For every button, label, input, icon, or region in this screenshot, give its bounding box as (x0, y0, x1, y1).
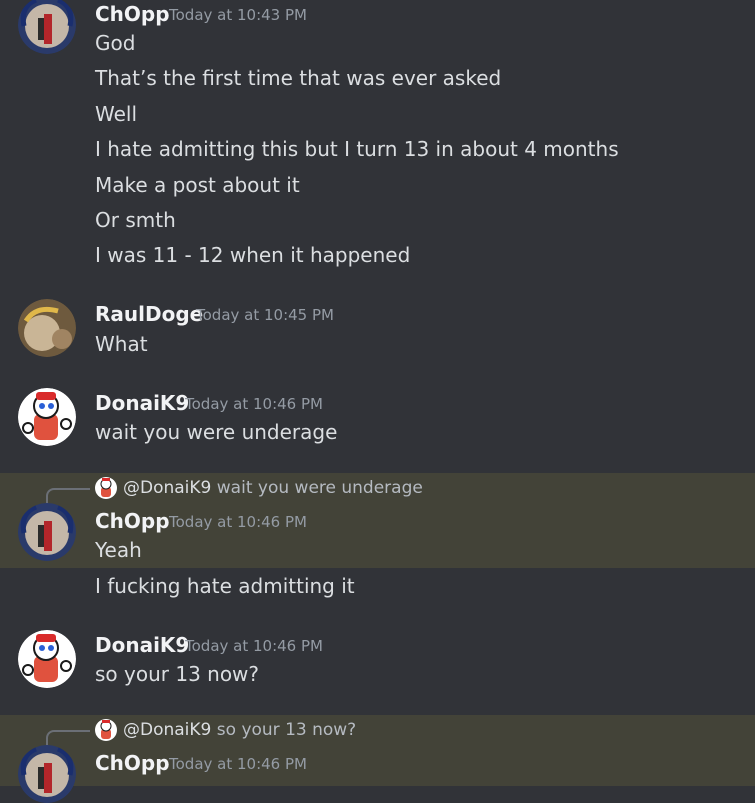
timestamp: Today at 10:43 PM (169, 6, 307, 24)
message-text: That’s the first time that was ever aske… (95, 66, 502, 90)
message-group: @DonaiK9 so your 13 now? ChOpp Today at … (0, 715, 755, 803)
reply-mention[interactable]: @DonaiK9 (123, 720, 211, 740)
timestamp: Today at 10:46 PM (169, 755, 307, 773)
message-text: God (95, 31, 136, 55)
avatar[interactable] (18, 299, 76, 357)
message-group: DonaiK9 Today at 10:46 PM wait you were … (0, 385, 755, 455)
author-name[interactable]: ChOpp (95, 509, 170, 533)
avatar[interactable] (18, 388, 76, 446)
author-name[interactable]: ChOpp (95, 751, 170, 775)
message-text: I hate admitting this but I turn 13 in a… (95, 137, 619, 161)
reply-mention[interactable]: @DonaiK9 (123, 478, 211, 498)
avatar[interactable] (18, 630, 76, 688)
message-text: Make a post about it (95, 173, 300, 197)
author-name[interactable]: DonaiK9 (95, 633, 189, 657)
reply-text: wait you were underage (216, 478, 423, 498)
message-text: I fucking hate admitting it (95, 574, 355, 598)
message-text: What (95, 332, 148, 356)
reply-spine (46, 488, 90, 504)
reply-preview[interactable]: @DonaiK9 so your 13 now? (95, 718, 356, 742)
reply-avatar-icon (95, 477, 117, 499)
avatar[interactable] (18, 0, 76, 54)
author-name[interactable]: ChOpp (95, 2, 170, 26)
reply-preview[interactable]: @DonaiK9 wait you were underage (95, 476, 423, 500)
message-group: @DonaiK9 wait you were underage ChOpp To… (0, 473, 755, 603)
message-group: DonaiK9 Today at 10:46 PM so your 13 now… (0, 627, 755, 697)
avatar[interactable] (18, 745, 76, 803)
message-text: Or smth (95, 208, 176, 232)
timestamp: Today at 10:45 PM (196, 306, 334, 324)
avatar[interactable] (18, 503, 76, 561)
author-name[interactable]: RaulDoge (95, 302, 203, 326)
message-text: Well (95, 102, 138, 126)
author-name[interactable]: DonaiK9 (95, 391, 189, 415)
reply-avatar-icon (95, 719, 117, 741)
reply-text: so your 13 now? (216, 720, 357, 740)
reply-spine (46, 730, 90, 746)
timestamp: Today at 10:46 PM (185, 395, 323, 413)
timestamp: Today at 10:46 PM (169, 513, 307, 531)
message-text: so your 13 now? (95, 662, 260, 686)
message-text: wait you were underage (95, 420, 338, 444)
message-text: Yeah (95, 538, 142, 562)
message-text: I was 11 - 12 when it happened (95, 243, 411, 267)
message-group: RaulDoge Today at 10:45 PM What (0, 295, 755, 365)
message-group: ChOpp Today at 10:43 PM God That’s the f… (0, 0, 755, 280)
timestamp: Today at 10:46 PM (185, 637, 323, 655)
